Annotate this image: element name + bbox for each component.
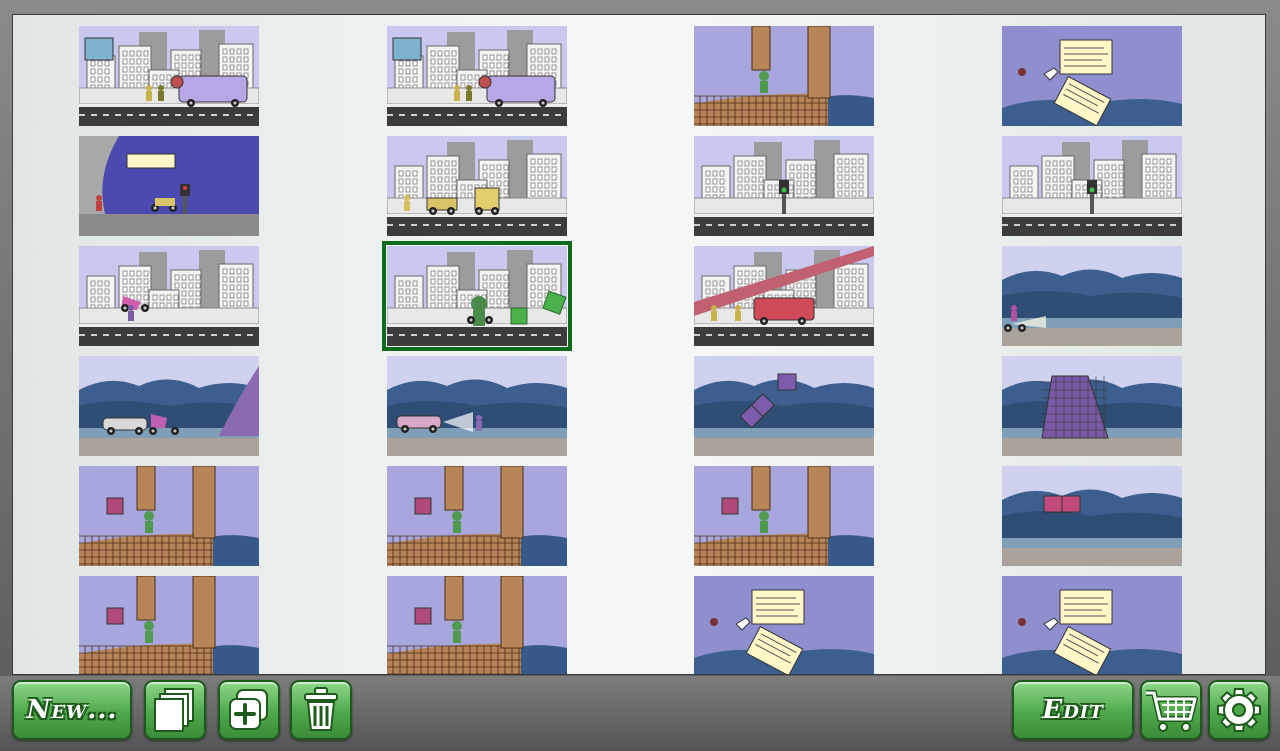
page-thumbnail[interactable] [79, 356, 259, 456]
page-thumbnail[interactable] [387, 356, 567, 456]
page-thumbnail[interactable] [1002, 356, 1182, 456]
thumbnail-preview [79, 356, 259, 456]
thumbnail-grid [13, 15, 1265, 674]
thumbnail-preview [387, 136, 567, 236]
duplicate-button[interactable] [144, 680, 206, 740]
page-thumbnail[interactable] [387, 136, 567, 236]
thumbnail-preview [1002, 356, 1182, 456]
new-button-label: New... [26, 695, 118, 725]
thumbnail-preview [1002, 576, 1182, 674]
page-thumbnail[interactable] [79, 246, 259, 346]
new-button[interactable]: New... [12, 680, 132, 740]
store-button[interactable] [1140, 680, 1202, 740]
thumbnail-preview [694, 26, 874, 126]
page-thumbnail[interactable] [387, 576, 567, 674]
page-thumbnail[interactable] [1002, 246, 1182, 346]
thumbnail-preview [387, 576, 567, 674]
thumbnail-preview [79, 576, 259, 674]
gear-icon [1216, 687, 1262, 733]
page-thumbnail[interactable] [387, 26, 567, 126]
thumbnail-preview [387, 246, 567, 346]
page-thumbnail[interactable] [694, 246, 874, 346]
thumbnail-preview [79, 26, 259, 126]
page-thumbnail[interactable] [694, 466, 874, 566]
page-gallery[interactable] [12, 14, 1266, 675]
page-thumbnail[interactable] [79, 26, 259, 126]
page-thumbnail[interactable] [1002, 136, 1182, 236]
page-thumbnail[interactable] [694, 576, 874, 674]
page-thumbnail[interactable] [79, 466, 259, 566]
thumbnail-preview [79, 246, 259, 346]
thumbnail-preview [694, 576, 874, 674]
thumbnail-preview [694, 136, 874, 236]
delete-button[interactable] [290, 680, 352, 740]
add-page-button[interactable] [218, 680, 280, 740]
thumbnail-preview [694, 466, 874, 566]
page-thumbnail[interactable] [694, 136, 874, 236]
page-thumbnail[interactable] [694, 356, 874, 456]
page-thumbnail[interactable] [1002, 26, 1182, 126]
thumbnail-preview [694, 246, 874, 346]
page-thumbnail[interactable] [382, 241, 572, 351]
thumbnail-preview [387, 356, 567, 456]
thumbnail-preview [79, 136, 259, 236]
thumbnail-preview [694, 356, 874, 456]
thumbnail-preview [387, 466, 567, 566]
thumbnail-preview [1002, 246, 1182, 346]
stacked-pages-icon [151, 686, 199, 734]
trash-icon [299, 686, 343, 734]
thumbnail-preview [1002, 136, 1182, 236]
page-thumbnail[interactable] [694, 26, 874, 126]
settings-button[interactable] [1208, 680, 1270, 740]
thumbnail-preview [387, 26, 567, 126]
page-thumbnail[interactable] [387, 466, 567, 566]
thumbnail-preview [1002, 26, 1182, 126]
page-thumbnail[interactable] [1002, 576, 1182, 674]
page-thumbnail[interactable] [1002, 466, 1182, 566]
edit-button[interactable]: Edit [1012, 680, 1134, 740]
page-thumbnail[interactable] [79, 576, 259, 674]
add-page-icon [225, 686, 273, 734]
page-thumbnail[interactable] [79, 136, 259, 236]
edit-button-label: Edit [1042, 695, 1104, 725]
thumbnail-preview [1002, 466, 1182, 566]
shopping-cart-icon [1144, 687, 1198, 733]
thumbnail-preview [79, 466, 259, 566]
